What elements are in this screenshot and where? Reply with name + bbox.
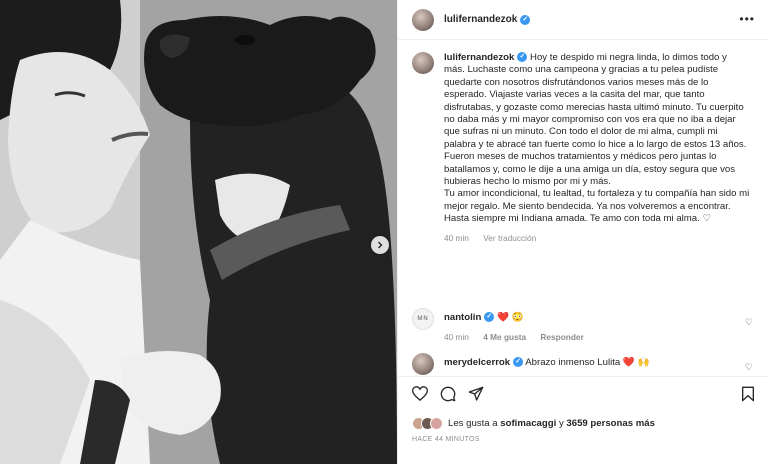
liker-avatar [430,417,443,430]
caption-username[interactable]: lulifernandezok [444,52,514,63]
comments-list: lulifernandezok ✓ Hoy te despido mi negra… [398,41,768,376]
share-icon[interactable] [468,386,484,402]
verified-icon: ✓ [513,357,524,368]
like-comment-heart-icon[interactable]: ♡ [745,362,753,373]
post-photo[interactable] [0,0,397,464]
comment-username[interactable]: merydelcerrok [444,357,510,368]
next-photo-button[interactable] [371,236,389,254]
more-options-button[interactable]: ••• [739,12,755,26]
comment-time: 40 min [444,332,469,343]
instagram-post-modal: lulifernandezok ✓ ••• lulifernandezok ✓ H… [0,0,768,464]
post-side-panel: lulifernandezok ✓ ••• lulifernandezok ✓ H… [397,0,768,464]
comment-icon[interactable] [440,386,456,402]
heart-icon[interactable] [412,386,428,401]
comment-block: nantolin ✓ ❤️ 😳 40 min 4 Me gusta Respond… [444,312,750,344]
post-timestamp: HACE 44 MINUTOS [412,436,480,443]
bookmark-icon[interactable] [741,386,755,402]
likes-count-link[interactable]: 3659 personas más [566,418,655,429]
comment-avatar[interactable] [412,308,434,330]
author-username[interactable]: lulifernandezok [444,14,517,25]
verified-icon: ✓ [517,52,528,63]
reply-button[interactable]: Responder [540,332,583,342]
post-actions: Les gusta a sofimacaggi y 3659 personas … [398,376,768,464]
caption-avatar[interactable] [412,52,434,74]
verified-icon: ✓ [484,312,495,323]
likes-summary: Les gusta a sofimacaggi y 3659 personas … [412,417,655,430]
photo-illustration [0,0,397,464]
likes-middle: y [558,418,564,429]
comment-username[interactable]: nantolin [444,312,481,323]
comment-likes[interactable]: 4 Me gusta [483,332,526,342]
comment-text: Abrazo inmenso Lulita ❤️ 🙌 [525,357,650,368]
caption-text: Hoy te despido mi negra linda, lo dimos … [444,52,750,225]
author-avatar[interactable] [412,8,434,31]
verified-icon: ✓ [520,14,531,25]
post-header: lulifernandezok ✓ ••• [398,0,768,40]
likes-user-link[interactable]: sofimacaggi [500,418,556,429]
chevron-right-icon [378,241,383,249]
caption-meta: 40 min Ver traducción [444,232,750,244]
see-translation-link[interactable]: Ver traducción [483,233,536,243]
comment-meta: 40 min 4 Me gusta Responder [444,331,750,343]
caption-time: 40 min [444,232,469,243]
likes-text: Les gusta a sofimacaggi y 3659 personas … [448,418,655,429]
likes-prefix: Les gusta a [448,418,498,429]
like-comment-heart-icon[interactable]: ♡ [745,317,753,328]
comment-text: ❤️ 😳 [496,312,524,323]
comment-avatar[interactable] [412,353,434,375]
comment-block: merydelcerrok ✓ Abrazo inmenso Lulita ❤️ … [444,357,750,369]
caption-block: lulifernandezok ✓ Hoy te despido mi negra… [444,52,750,244]
